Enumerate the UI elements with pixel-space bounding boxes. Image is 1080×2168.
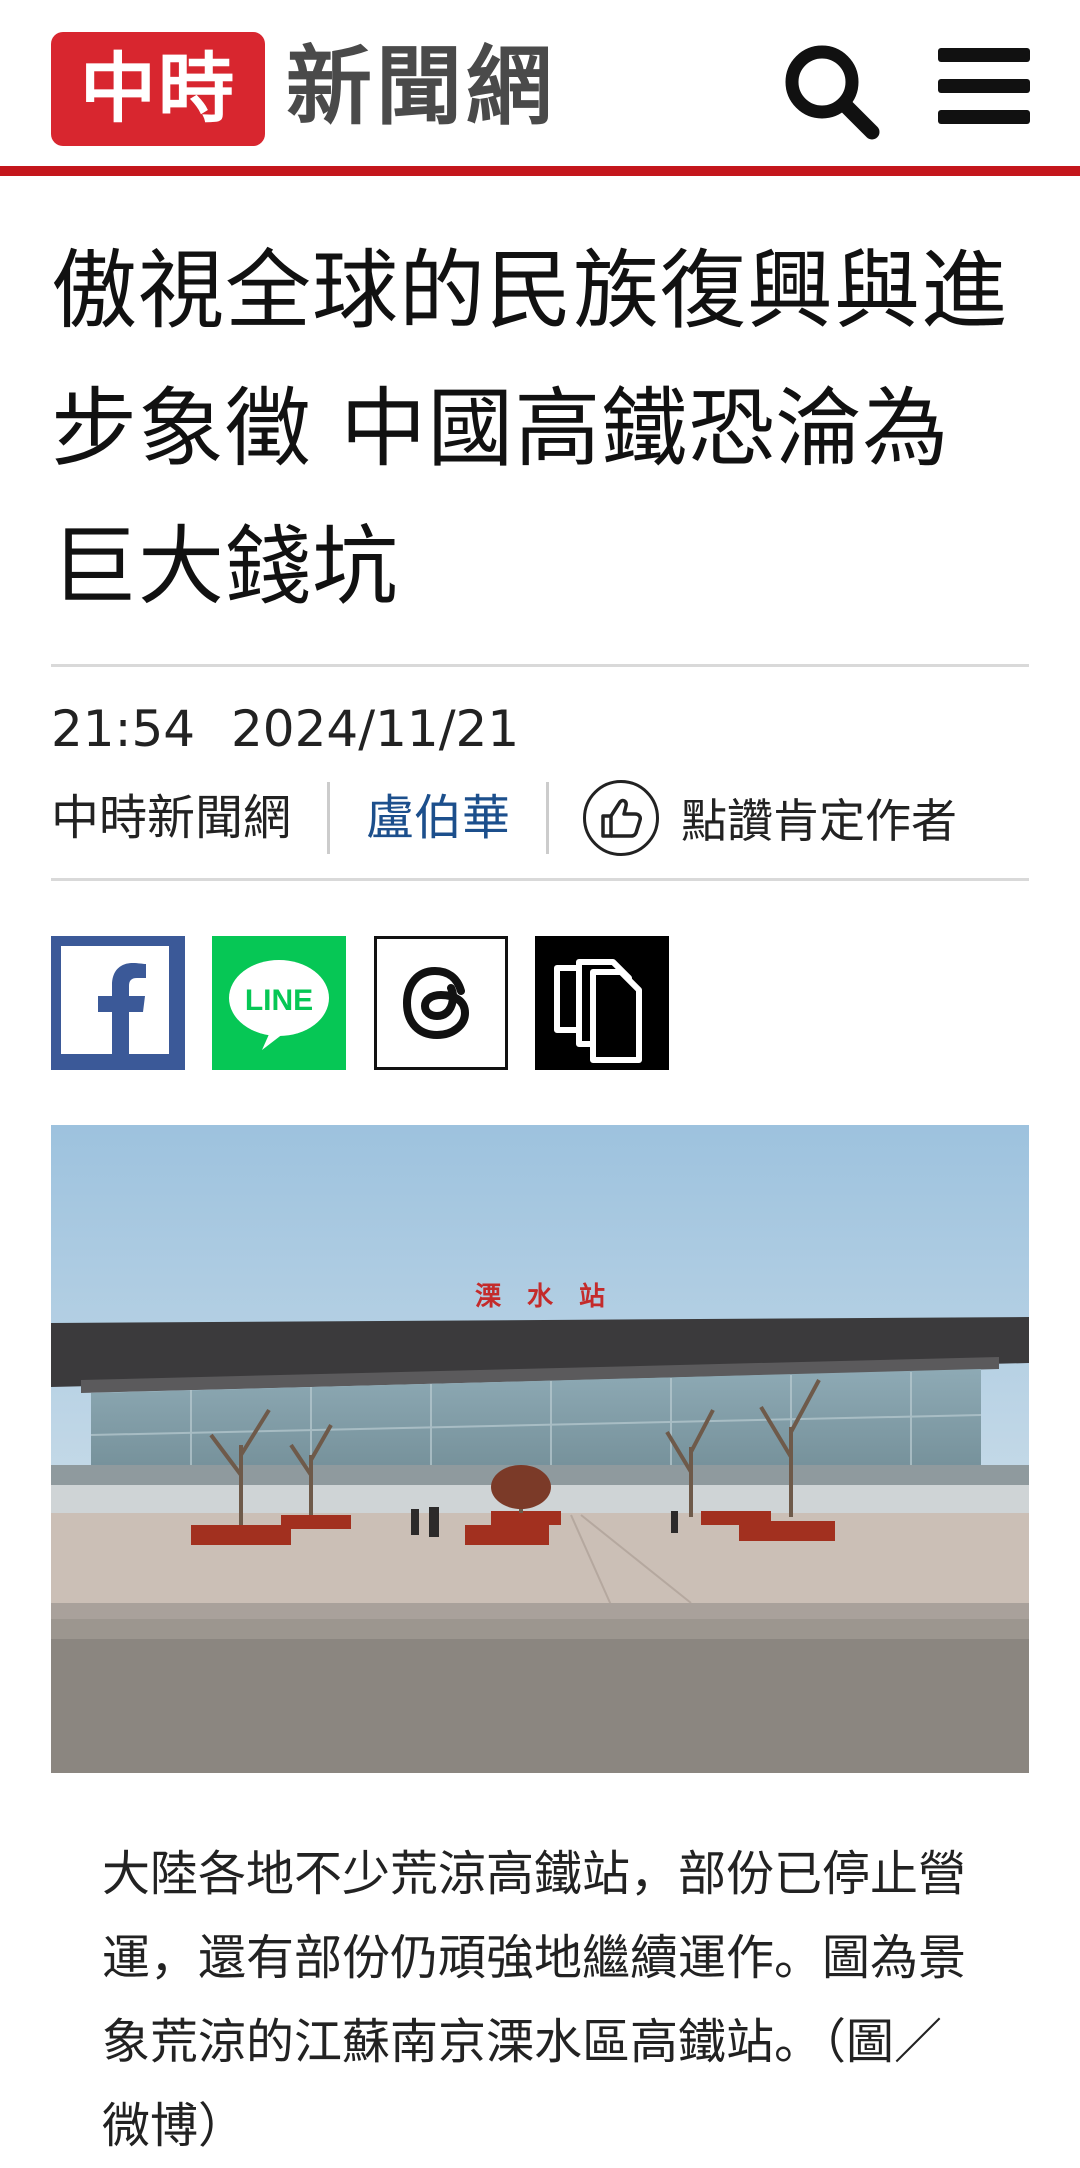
time-text: 21:54: [51, 700, 196, 758]
threads-icon: [402, 966, 470, 1040]
facebook-icon: [61, 946, 169, 1054]
source-label: 中時新聞網: [51, 782, 331, 854]
article-meta: 中時新聞網 盧伯華 點讚肯定作者: [51, 780, 957, 856]
copy-icon: [554, 959, 642, 1063]
divider: [51, 878, 1029, 881]
thumbs-up-icon: [583, 780, 660, 856]
search-button[interactable]: [780, 40, 880, 140]
menu-icon: [938, 48, 1030, 62]
site-header: 中時 新聞網: [0, 0, 1080, 176]
divider: [51, 664, 1029, 667]
date-text: 2024/11/21: [231, 700, 520, 758]
article-photo: 溧 水 站: [51, 1125, 1029, 1773]
station-sign: 溧 水 站: [475, 1282, 605, 1312]
article-title: 傲視全球的民族復興與進步象徵 中國高鐵恐淪為巨大錢坑: [51, 241, 1008, 617]
copy-link-button[interactable]: [535, 936, 669, 1070]
share-line-button[interactable]: LINE: [212, 936, 346, 1070]
logo-mark[interactable]: 中時: [51, 32, 265, 146]
share-threads-button[interactable]: [374, 936, 508, 1070]
menu-button[interactable]: [938, 48, 1030, 128]
search-icon: [785, 45, 880, 140]
publish-time: 21:54 2024/11/21: [51, 700, 519, 758]
logo-text[interactable]: 新聞網: [286, 30, 556, 144]
author-link[interactable]: 盧伯華: [330, 782, 550, 854]
like-label: 點讚肯定作者: [681, 794, 958, 848]
photo-caption: 大陸各地不少荒涼高鐵站，部份已停止營運，還有部份仍頑強地繼續運作。圖為景象荒涼的…: [102, 1846, 967, 2154]
like-author-button[interactable]: 點讚肯定作者: [549, 780, 957, 856]
line-icon: LINE: [229, 960, 329, 1050]
svg-text:LINE: LINE: [245, 984, 313, 1017]
share-facebook-button[interactable]: [51, 936, 185, 1070]
